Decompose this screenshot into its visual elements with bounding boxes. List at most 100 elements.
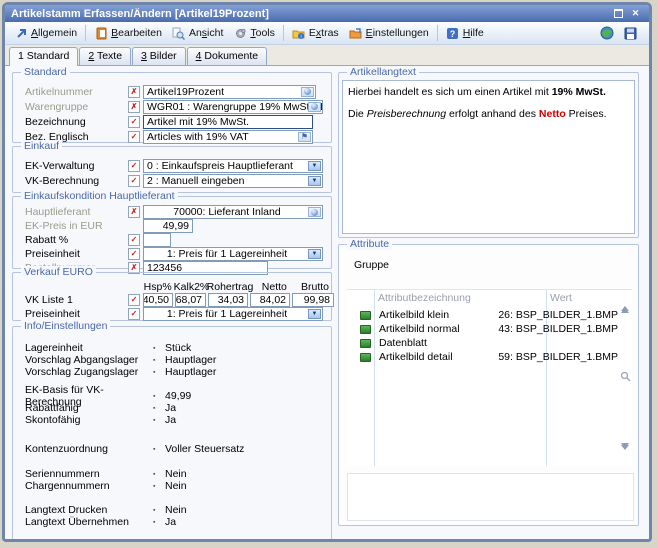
table-row[interactable]: Artikelbild detail 59: BSP_BILDER_1.BMP — [347, 351, 618, 363]
attribute-type-icon — [360, 325, 371, 334]
netto-input[interactable]: 84,02 — [250, 293, 290, 307]
group-einkauf: Einkauf EK-Verwaltung ✓ 0 : Einkaufsprei… — [12, 146, 332, 193]
chevron-down-icon: ▼ — [312, 178, 318, 184]
bullet-icon: ▪ — [153, 417, 165, 424]
search-button[interactable] — [620, 371, 631, 385]
accept-field-button[interactable]: ✓ — [128, 234, 140, 246]
tabstrip: 1 Standard 2 Texte 3 Bilder 4 Dokumente — [5, 45, 649, 66]
flag-icon: ⚑ — [301, 133, 308, 141]
menu-ansicht[interactable]: Ansicht — [167, 24, 228, 42]
rohertrag-input[interactable]: 34,03 — [208, 293, 248, 307]
hauptlieferant-input[interactable]: 70000: Lieferant Inland — [143, 205, 323, 219]
close-button[interactable]: ✕ — [628, 7, 643, 20]
tab-dokumente[interactable]: 4 Dokumente — [187, 47, 267, 65]
menu-extras[interactable]: i Extras — [287, 24, 344, 42]
scroll-up-button[interactable] — [621, 308, 629, 313]
save-icon[interactable] — [623, 26, 637, 40]
dropdown-button[interactable]: ▼ — [308, 249, 321, 259]
accept-field-button[interactable]: ✓ — [128, 160, 140, 172]
info-row: Langtext Übernehmen▪Ja — [13, 516, 331, 528]
dropdown-button[interactable]: ▼ — [308, 309, 321, 319]
edit-book-icon — [94, 26, 108, 40]
arrow-ne-icon — [14, 26, 28, 40]
col-kalk2: Kalk2% — [174, 281, 205, 293]
lookup-button[interactable] — [301, 87, 314, 97]
verkauf-preiseinheit-select[interactable]: 1: Preis für 1 Lagereinheit ▼ — [143, 307, 323, 321]
info-row: Vorschlag Zugangslager▪Hauptlager — [13, 366, 331, 378]
svg-text:i: i — [301, 34, 302, 40]
tab-standard[interactable]: 1 Standard — [9, 47, 78, 66]
dropdown-button[interactable]: ▼ — [308, 176, 321, 186]
menu-tools[interactable]: Tools — [228, 24, 280, 42]
table-row[interactable]: Artikelbild klein 26: BSP_BILDER_1.BMP — [347, 309, 618, 321]
tab-bilder[interactable]: 3 Bilder — [132, 47, 186, 65]
attr-col-header-wert[interactable]: Wert — [550, 292, 572, 305]
hsp-input[interactable]: 40,50 — [143, 293, 173, 307]
folder-info-icon: i — [292, 26, 306, 40]
table-row[interactable]: Artikelbild normal 43: BSP_BILDER_1.BMP — [347, 323, 618, 335]
clear-field-button[interactable]: ✗ — [128, 101, 140, 113]
info-row: Skontofähig▪Ja — [13, 414, 331, 426]
group-langtext-legend: Artikellangtext — [347, 66, 419, 78]
menu-bearbeiten[interactable]: Bearbeiten — [89, 24, 167, 42]
check-icon: ✓ — [131, 177, 138, 185]
rabatt-input[interactable] — [143, 233, 171, 247]
check-icon: ✓ — [131, 133, 138, 141]
menu-hilfe[interactable]: ? Hilfe — [441, 24, 489, 42]
vk-berechnung-select[interactable]: 2 : Manuell eingeben ▼ — [143, 174, 323, 188]
ek-preis-input[interactable]: 49,99 — [143, 219, 193, 233]
clear-field-button[interactable]: ✗ — [128, 86, 140, 98]
table-nav-rail — [618, 294, 632, 462]
accept-field-button[interactable]: ✓ — [128, 175, 140, 187]
restore-icon — [614, 9, 623, 18]
bezeichnung-input[interactable]: Artikel mit 19% MwSt. — [143, 115, 313, 129]
check-icon: ✓ — [131, 250, 138, 258]
table-row[interactable]: Datenblatt — [347, 337, 618, 349]
verkauf-column-headers: Hsp% Kalk2% Rohertrag Netto Brutto — [13, 281, 331, 293]
gear-icon — [233, 26, 247, 40]
dropdown-button[interactable]: ▼ — [308, 161, 321, 171]
lookup-button[interactable] — [308, 102, 321, 112]
artikelnummer-input[interactable]: Artikel19Prozent — [143, 85, 316, 99]
clear-field-button[interactable]: ✗ — [128, 206, 140, 218]
chevron-down-icon: ▼ — [312, 163, 318, 169]
langtext-line1: Hierbei handelt es sich um einen Artikel… — [348, 85, 629, 101]
menu-einstellungen[interactable]: Einstellungen — [344, 24, 434, 42]
info-row: Chargennummern▪Nein — [13, 480, 331, 492]
desktop: Artikelstamm Erfassen/Ändern [Artikel19P… — [0, 0, 658, 548]
accept-field-button[interactable]: ✓ — [128, 131, 140, 143]
warengruppe-input[interactable]: WGR01 : Warengruppe 19% MwSt. Netto — [143, 100, 323, 114]
globe-icon[interactable] — [600, 26, 614, 40]
menu-allgemein[interactable]: Allgemein — [9, 24, 82, 42]
group-info-legend: Info/Einstellungen — [21, 320, 110, 332]
check-icon: ✓ — [131, 236, 138, 244]
restore-button[interactable] — [611, 7, 626, 20]
check-icon: ✓ — [131, 310, 138, 318]
accept-field-button[interactable]: ✓ — [128, 294, 140, 306]
kalk2-input[interactable]: 68,07 — [175, 293, 206, 307]
preiseinheit-select[interactable]: 1: Preis für 1 Lagereinheit ▼ — [143, 247, 323, 261]
bullet-icon: ▪ — [153, 393, 165, 400]
scroll-bottom-button[interactable] — [621, 450, 629, 462]
tab-texte[interactable]: 2 Texte — [79, 47, 131, 65]
accept-field-button[interactable]: ✓ — [128, 308, 140, 320]
lookup-button[interactable] — [308, 207, 321, 217]
titlebar[interactable]: Artikelstamm Erfassen/Ändern [Artikel19P… — [5, 5, 649, 22]
info-row: Vorschlag Abgangslager▪Hauptlager — [13, 354, 331, 366]
check-icon: ✓ — [131, 118, 138, 126]
info-row: Kontenzuordnung▪Voller Steuersatz — [13, 443, 331, 455]
info-row: Lagereinheit▪Stück — [13, 342, 331, 354]
ek-verwaltung-select[interactable]: 0 : Einkaufspreis Hauptlieferant ▼ — [143, 159, 323, 173]
accept-field-button[interactable]: ✓ — [128, 116, 140, 128]
scroll-top-button[interactable] — [621, 294, 629, 306]
accept-field-button[interactable]: ✓ — [128, 248, 140, 260]
help-icon: ? — [446, 26, 460, 40]
info-row: Seriennummern▪Nein — [13, 468, 331, 480]
col-hsp: Hsp% — [143, 281, 172, 293]
brutto-input[interactable]: 99,98 — [292, 293, 334, 307]
attribute-type-icon — [360, 353, 371, 362]
translate-button[interactable]: ⚑ — [298, 132, 311, 142]
bez-englisch-input[interactable]: Articles with 19% VAT ⚑ — [143, 130, 313, 144]
attr-col-header-bezeichnung[interactable]: Attributbezeichnung — [378, 292, 471, 305]
artikellangtext-editor[interactable]: Hierbei handelt es sich um einen Artikel… — [342, 80, 635, 234]
